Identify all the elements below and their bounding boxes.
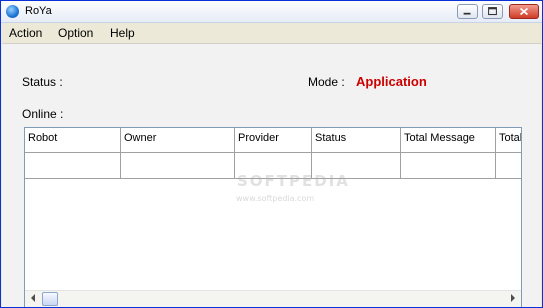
- status-label: Status :: [22, 75, 63, 89]
- watermark-logo: SOFTPEDIA: [237, 172, 350, 190]
- column-header-robot[interactable]: Robot: [25, 128, 121, 152]
- robots-table[interactable]: Robot Owner Provider Status Total Messag…: [24, 127, 522, 307]
- column-header-total[interactable]: Total: [496, 128, 521, 152]
- table-cell[interactable]: [496, 153, 521, 178]
- menu-action[interactable]: Action: [9, 26, 42, 40]
- watermark-url: www.softpedia.com: [236, 194, 315, 203]
- column-header-owner[interactable]: Owner: [121, 128, 235, 152]
- minimize-icon: [463, 12, 471, 15]
- column-header-status[interactable]: Status: [312, 128, 401, 152]
- app-logo-icon[interactable]: [6, 5, 19, 18]
- horizontal-scrollbar[interactable]: [25, 290, 521, 307]
- menu-option[interactable]: Option: [58, 26, 93, 40]
- maximize-button[interactable]: [482, 4, 503, 19]
- scroll-thumb[interactable]: [42, 292, 58, 306]
- table-cell[interactable]: [401, 153, 496, 178]
- menu-bar: Action Option Help: [1, 23, 542, 42]
- column-header-total-message[interactable]: Total Message: [401, 128, 496, 152]
- main-panel: Status : Mode : Application Online : Rob…: [2, 43, 541, 307]
- menu-help[interactable]: Help: [110, 26, 135, 40]
- table-cell[interactable]: [25, 153, 121, 178]
- scroll-right-icon[interactable]: [511, 294, 515, 302]
- scroll-left-icon[interactable]: [31, 294, 35, 302]
- maximize-icon: [488, 7, 497, 16]
- online-label: Online :: [22, 107, 64, 121]
- mode-value: Application: [356, 74, 427, 89]
- title-bar[interactable]: RoYa: [1, 1, 542, 23]
- minimize-button[interactable]: [457, 4, 478, 19]
- window-title: RoYa: [25, 5, 52, 17]
- mode-label: Mode :: [308, 75, 345, 89]
- close-button[interactable]: [509, 4, 539, 19]
- app-window: RoYa Action Option Help Status : Mode : …: [0, 0, 543, 308]
- table-header: Robot Owner Provider Status Total Messag…: [25, 128, 521, 153]
- column-header-provider[interactable]: Provider: [235, 128, 312, 152]
- close-icon: [519, 7, 529, 16]
- table-cell[interactable]: [121, 153, 235, 178]
